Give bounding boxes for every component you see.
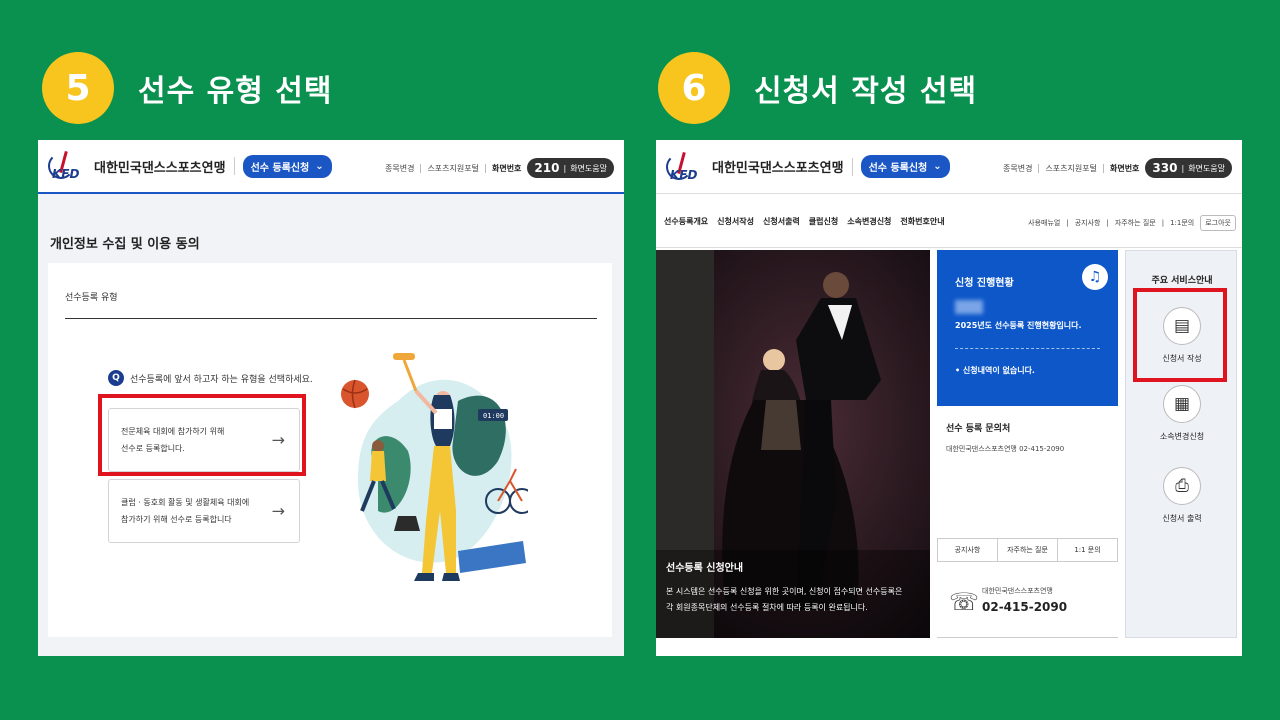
player-type-card: 선수등록 유형 Q 선수등록에 앞서 하고자 하는 유형을 선택하세요. 전문체… bbox=[48, 263, 612, 637]
inquiry-title: 선수 등록 문의처 bbox=[946, 424, 1011, 434]
link-inquiry[interactable]: 1:1문의 bbox=[1170, 218, 1194, 228]
screen-number-label: 화면번호 bbox=[491, 163, 522, 173]
option-club-athlete[interactable]: 클럽 · 동호회 활동 및 생활체육 대회에 참가하기 위해 선수로 등록합니다… bbox=[108, 479, 300, 543]
step-5-heading: 5 선수 유형 선택 bbox=[42, 52, 333, 124]
service-label: 소속변경신청 bbox=[1159, 432, 1205, 441]
site-header: KFD 대한민국댄스스포츠연맹 선수 등록신청 ⌄ 종목변경 스포츠지원포털 화면… bbox=[38, 140, 624, 194]
nav-write-application[interactable]: 신청서작성 bbox=[717, 216, 754, 227]
link-change-sport[interactable]: 종목변경 bbox=[385, 163, 414, 174]
chevron-down-icon: ⌄ bbox=[933, 161, 942, 172]
tab-faq[interactable]: 자주하는 질문 bbox=[998, 539, 1058, 561]
question-text: 선수등록에 앞서 하고자 하는 유형을 선택하세요. bbox=[130, 374, 313, 385]
hero-dance-photo: 선수등록 신청안내 본 시스템은 선수등록 신청을 위한 곳이며, 신청이 접수… bbox=[656, 250, 930, 638]
step-number-badge: 6 bbox=[658, 52, 730, 124]
contact-phone-number: 02-415-2090 bbox=[982, 600, 1068, 614]
service-label: 신청서 출력 bbox=[1162, 514, 1202, 523]
blurred-user-name bbox=[955, 300, 983, 314]
link-sports-portal[interactable]: 스포츠지원포털 bbox=[1045, 163, 1097, 174]
site-header: KFD 대한민국댄스스포츠연맹 선수 등록신청 ⌄ 종목변경 스포츠지원포털 화면… bbox=[656, 140, 1242, 194]
divider bbox=[955, 348, 1100, 349]
kfd-logo-icon: KFD bbox=[666, 150, 708, 184]
nav-utility-links: 사용매뉴얼 | 공지사항 | 자주하는 질문 | 1:1문의 로그아웃 bbox=[1028, 215, 1236, 231]
service-print-application[interactable]: ⎙ 신청서 출력 bbox=[1126, 467, 1238, 524]
svg-text:01:00: 01:00 bbox=[483, 412, 504, 420]
kfd-logo[interactable]: KFD 대한민국댄스스포츠연맹 bbox=[666, 150, 844, 184]
kfd-logo[interactable]: KFD 대한민국댄스스포츠연맹 bbox=[48, 149, 226, 183]
phone-icon: ☏ bbox=[949, 588, 980, 616]
transfer-icon: ▦ bbox=[1163, 385, 1201, 423]
dancer-icon: ♫ bbox=[1082, 264, 1108, 290]
contact-org: 대한민국댄스스포츠연맹 bbox=[982, 587, 1053, 595]
service-transfer-application[interactable]: ▦ 소속변경신청 bbox=[1126, 385, 1238, 442]
hero-caption-line2: 각 회원종목단체의 선수등록 절차에 따라 등록이 완료됩니다. bbox=[666, 603, 868, 612]
screen-number-label: 화면번호 bbox=[1109, 163, 1140, 173]
hero-caption: 선수등록 신청안내 본 시스템은 선수등록 신청을 위한 곳이며, 신청이 접수… bbox=[666, 559, 902, 616]
status-title: 신청 진행현황 bbox=[955, 278, 1014, 289]
highlight-box bbox=[98, 394, 306, 476]
contact-phone-box: ☏ 대한민국댄스스포츠연맹 02-415-2090 bbox=[937, 568, 1118, 638]
screenshot-player-type: KFD 대한민국댄스스포츠연맹 선수 등록신청 ⌄ 종목변경 스포츠지원포털 화면… bbox=[38, 140, 624, 656]
page-title: 개인정보 수집 및 이용 동의 bbox=[50, 237, 200, 252]
utility-links: 종목변경 스포츠지원포털 화면번호 210 | 화면도움말 bbox=[385, 158, 614, 178]
step-6-heading: 6 신청서 작성 선택 bbox=[658, 52, 977, 124]
link-sports-portal[interactable]: 스포츠지원포털 bbox=[427, 163, 479, 174]
status-empty-text: • 신청내역이 없습니다. bbox=[955, 366, 1035, 375]
nav-transfer-application[interactable]: 소속변경신청 bbox=[847, 216, 891, 227]
link-notice[interactable]: 공지사항 bbox=[1075, 218, 1101, 228]
screen-help-badge[interactable]: 210 | 화면도움말 bbox=[527, 158, 614, 178]
application-status-panel: 신청 진행현황 ♫ 2025년도 선수등록 진행현황입니다. • 신청내역이 없… bbox=[937, 250, 1118, 406]
step-number-badge: 5 bbox=[42, 52, 114, 124]
arrow-right-icon: → bbox=[271, 501, 285, 521]
utility-links: 종목변경 스포츠지원포털 화면번호 330 | 화면도움말 bbox=[1003, 158, 1232, 178]
link-faq[interactable]: 자주하는 질문 bbox=[1115, 218, 1156, 228]
screenshot-application-main: KFD 대한민국댄스스포츠연맹 선수 등록신청 ⌄ 종목변경 스포츠지원포털 화면… bbox=[656, 140, 1242, 656]
link-change-sport[interactable]: 종목변경 bbox=[1003, 163, 1032, 174]
section-label: 선수등록 유형 bbox=[65, 293, 118, 303]
services-title: 주요 서비스안내 bbox=[1151, 276, 1213, 286]
org-name: 대한민국댄스스포츠연맹 bbox=[94, 160, 226, 176]
sports-illustration: 01:00 bbox=[341, 353, 528, 581]
question-line: Q 선수등록에 앞서 하고자 하는 유형을 선택하세요. bbox=[108, 370, 313, 386]
nav-phone-info[interactable]: 전화번호안내 bbox=[900, 216, 944, 227]
kfd-logo-icon: KFD bbox=[48, 149, 90, 183]
screen-help-badge[interactable]: 330 | 화면도움말 bbox=[1145, 158, 1232, 178]
printer-icon: ⎙ bbox=[1163, 467, 1201, 505]
hero-caption-line1: 본 시스템은 선수등록 신청을 위한 곳이며, 신청이 접수되면 선수등록은 bbox=[666, 587, 903, 596]
org-name: 대한민국댄스스포츠연맹 bbox=[712, 161, 844, 176]
tab-notice[interactable]: 공지사항 bbox=[938, 539, 998, 561]
step-title: 선수 유형 선택 bbox=[138, 74, 333, 109]
help-tabs: 공지사항 자주하는 질문 1:1 문의 bbox=[937, 538, 1118, 562]
tab-inquiry[interactable]: 1:1 문의 bbox=[1058, 539, 1117, 561]
register-menu-button[interactable]: 선수 등록신청 ⌄ bbox=[242, 154, 332, 178]
nav-overview[interactable]: 선수등록개요 bbox=[664, 216, 708, 227]
step-title: 신청서 작성 선택 bbox=[754, 74, 978, 109]
logout-button[interactable]: 로그아웃 bbox=[1200, 215, 1236, 231]
hero-caption-title: 선수등록 신청안내 bbox=[666, 563, 744, 574]
highlight-box bbox=[1133, 288, 1227, 382]
nav-print-application[interactable]: 신청서출력 bbox=[763, 216, 800, 227]
register-menu-button[interactable]: 선수 등록신청 ⌄ bbox=[860, 155, 950, 178]
chevron-down-icon: ⌄ bbox=[315, 160, 324, 172]
status-year-text: 2025년도 선수등록 진행현황입니다. bbox=[955, 321, 1082, 330]
inquiry-detail: 대한민국댄스스포츠연맹 02-415-2090 bbox=[946, 445, 1065, 453]
link-manual[interactable]: 사용매뉴얼 bbox=[1028, 218, 1060, 228]
divider bbox=[65, 318, 597, 319]
question-badge: Q bbox=[108, 370, 124, 386]
nav-club-application[interactable]: 클럽신청 bbox=[809, 216, 838, 227]
